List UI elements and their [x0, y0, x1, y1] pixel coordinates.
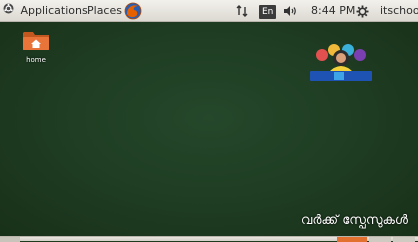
- volume-indicator[interactable]: [283, 0, 299, 22]
- user-menu[interactable]: itschool: [380, 0, 418, 22]
- user-label: itschool: [380, 4, 418, 17]
- network-icon: [236, 4, 248, 17]
- clock-label: 8:44 PM: [311, 4, 356, 17]
- volume-icon: [283, 4, 299, 17]
- workspace-switcher-label: വർക്ക് സ്പേസുകൾ: [300, 213, 408, 228]
- places-menu[interactable]: Places: [87, 0, 122, 22]
- workspace-2[interactable]: [369, 237, 391, 242]
- home-icon-label: home: [26, 56, 46, 64]
- top-panel: Applications Places En 8:44 PM itschool: [0, 0, 418, 22]
- ubuntu-icon: [3, 0, 14, 22]
- clock[interactable]: 8:44 PM: [311, 0, 355, 22]
- desktop[interactable]: home വർക്ക് സ്പേസുകൾ: [0, 22, 418, 236]
- bottom-panel: [0, 236, 418, 242]
- workspace-1[interactable]: [337, 237, 367, 242]
- it-school-logo: [308, 41, 374, 89]
- settings-icon: [356, 4, 369, 17]
- applications-menu[interactable]: Applications: [3, 0, 88, 22]
- network-indicator[interactable]: [236, 0, 248, 22]
- home-folder-icon: [22, 32, 50, 55]
- keyboard-layout-indicator[interactable]: En: [259, 4, 277, 19]
- workspace-3[interactable]: [393, 237, 415, 242]
- settings-menu[interactable]: [356, 0, 369, 22]
- show-desktop-button[interactable]: [0, 237, 20, 242]
- firefox-launcher[interactable]: [124, 2, 142, 20]
- applications-label: Applications: [20, 4, 88, 17]
- places-label: Places: [87, 4, 122, 17]
- keyboard-layout-label: En: [259, 5, 277, 19]
- home-desktop-icon[interactable]: home: [20, 29, 52, 64]
